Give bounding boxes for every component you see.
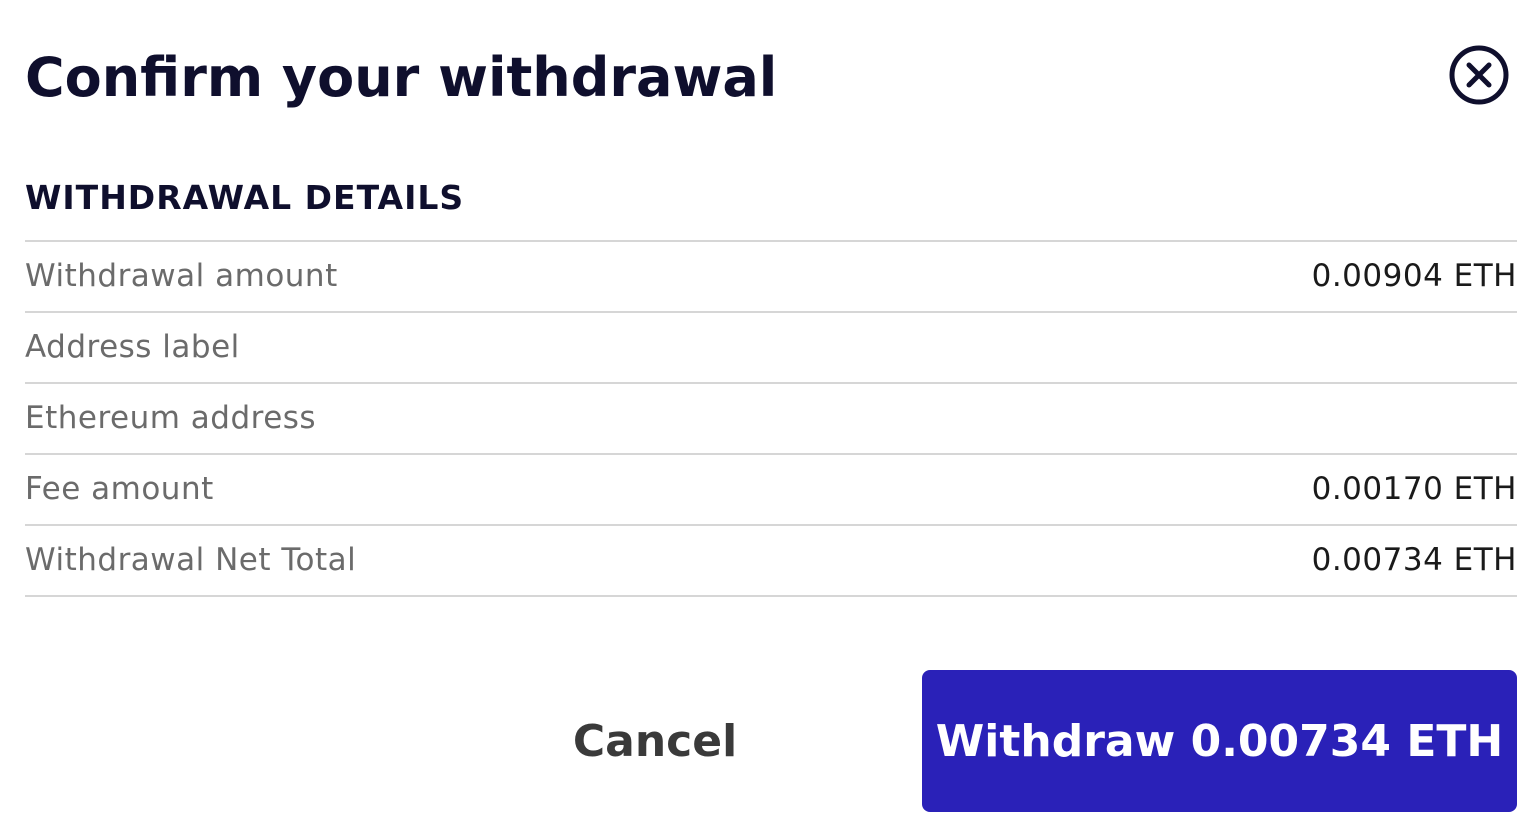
detail-row-withdrawal-amount: Withdrawal amount 0.00904 ETH — [25, 242, 1517, 313]
detail-label: Address label — [25, 329, 240, 365]
close-button[interactable] — [1448, 44, 1510, 106]
detail-label: Ethereum address — [25, 400, 317, 436]
detail-label: Withdrawal Net Total — [25, 542, 357, 578]
withdraw-button[interactable]: Withdraw 0.00734 ETH — [922, 670, 1517, 812]
detail-value: 0.00904 ETH — [1311, 258, 1517, 294]
withdrawal-confirm-modal: Confirm your withdrawal WITHDRAWAL DETAI… — [0, 0, 1536, 829]
detail-label: Withdrawal amount — [25, 258, 338, 294]
withdrawal-details-list: Withdrawal amount 0.00904 ETH Address la… — [25, 240, 1517, 597]
detail-row-address-label: Address label — [25, 313, 1517, 384]
detail-label: Fee amount — [25, 471, 214, 507]
detail-row-ethereum-address: Ethereum address — [25, 384, 1517, 455]
modal-title: Confirm your withdrawal — [25, 46, 778, 109]
detail-value: 0.00734 ETH — [1311, 542, 1517, 578]
cancel-button[interactable]: Cancel — [540, 670, 770, 812]
detail-value: 0.00170 ETH — [1311, 471, 1517, 507]
detail-row-net-total: Withdrawal Net Total 0.00734 ETH — [25, 526, 1517, 597]
close-circle-icon — [1449, 45, 1509, 105]
detail-row-fee-amount: Fee amount 0.00170 ETH — [25, 455, 1517, 526]
withdrawal-details-heading: WITHDRAWAL DETAILS — [25, 178, 465, 217]
